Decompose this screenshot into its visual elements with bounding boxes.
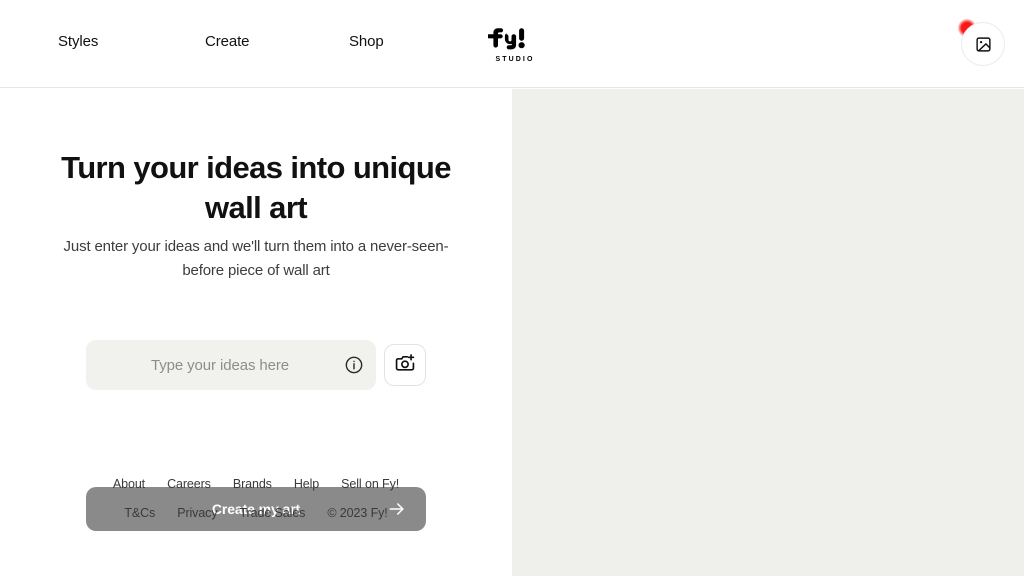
footer-link-brands[interactable]: Brands — [233, 477, 272, 491]
page-subtitle: Just enter your ideas and we'll turn the… — [63, 238, 449, 279]
account-image-button[interactable] — [961, 22, 1005, 66]
image-icon — [975, 36, 992, 53]
artwork-preview-panel — [512, 89, 1024, 576]
brand-logo[interactable]: STUDIO — [486, 24, 542, 63]
camera-plus-icon — [394, 352, 416, 379]
idea-input[interactable] — [86, 340, 376, 390]
footer-copyright: © 2023 Fy! — [327, 506, 388, 520]
footer-link-trade-sales[interactable]: Trade Sales — [239, 506, 305, 520]
footer-link-privacy[interactable]: Privacy — [177, 506, 217, 520]
nav-item-shop[interactable]: Shop — [349, 33, 429, 50]
footer-primary-links: About Careers Brands Help Sell on Fy! — [0, 477, 512, 491]
logo-subtitle: STUDIO — [495, 56, 535, 63]
main-navigation: Styles Create Shop — [58, 33, 429, 50]
nav-item-create[interactable]: Create — [205, 33, 349, 50]
nav-item-styles[interactable]: Styles — [58, 33, 205, 50]
footer-link-sell-on-fy[interactable]: Sell on Fy! — [341, 477, 399, 491]
hero-section: Turn your ideas into unique wall art Jus… — [0, 89, 512, 576]
logo-mark-icon — [486, 24, 542, 54]
page-title: Turn your ideas into unique wall art — [61, 150, 451, 225]
footer-link-help[interactable]: Help — [294, 477, 319, 491]
idea-input-row — [86, 340, 426, 390]
upload-photo-button[interactable] — [384, 344, 426, 386]
footer-link-about[interactable]: About — [113, 477, 145, 491]
footer-secondary-links: T&Cs Privacy Trade Sales © 2023 Fy! — [0, 506, 512, 520]
site-footer: About Careers Brands Help Sell on Fy! T&… — [0, 477, 512, 520]
app-root: Styles Create Shop STUDIO Turn your idea… — [0, 0, 1024, 576]
footer-link-careers[interactable]: Careers — [167, 477, 211, 491]
idea-input-wrapper[interactable] — [86, 340, 376, 390]
site-header: Styles Create Shop STUDIO — [0, 0, 1024, 88]
info-circle-icon[interactable] — [344, 355, 364, 375]
footer-link-tcs[interactable]: T&Cs — [124, 506, 155, 520]
